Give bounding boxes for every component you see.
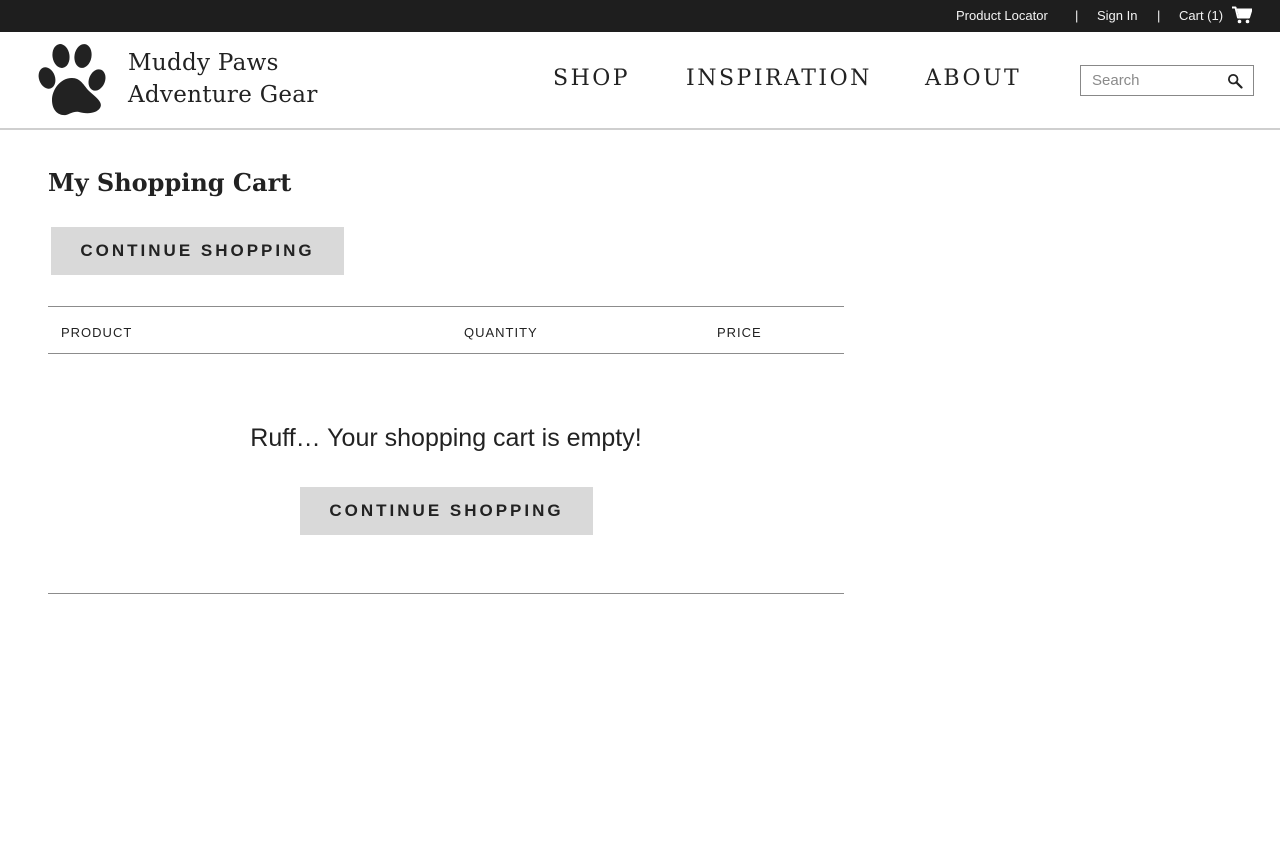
continue-shopping-button-empty[interactable]: CONTINUE SHOPPING [300, 487, 593, 535]
search-input[interactable] [1081, 66, 1221, 95]
column-header-price: PRICE [717, 325, 762, 340]
product-locator-link[interactable]: Product Locator [956, 8, 1048, 23]
nav-shop[interactable]: SHOP [553, 66, 630, 91]
paw-logo-icon[interactable] [36, 42, 108, 118]
search-icon[interactable] [1227, 73, 1243, 89]
column-header-product: PRODUCT [61, 325, 133, 340]
utility-separator: | [1075, 8, 1079, 23]
utility-separator: | [1157, 8, 1161, 23]
table-top-divider [48, 306, 844, 307]
utility-bar: Product Locator | Sign In | Cart (1) [0, 0, 1280, 32]
brand-line-1: Muddy Paws [128, 50, 279, 76]
page-title: My Shopping Cart [48, 168, 292, 197]
search-box [1080, 65, 1254, 96]
continue-shopping-button[interactable]: CONTINUE SHOPPING [51, 227, 344, 275]
sign-in-link[interactable]: Sign In [1097, 8, 1137, 23]
nav-inspiration[interactable]: INSPIRATION [686, 66, 872, 91]
empty-cart-message: Ruff… Your shopping cart is empty! [250, 424, 642, 452]
brand-line-2: Adventure Gear [128, 82, 318, 108]
cart-link[interactable]: Cart (1) [1179, 8, 1223, 23]
column-header-quantity: QUANTITY [464, 325, 538, 340]
cart-icon[interactable] [1232, 6, 1252, 24]
table-bottom-divider [48, 593, 844, 594]
site-header: Muddy Paws Adventure Gear SHOP INSPIRATI… [0, 32, 1280, 130]
table-header-divider [48, 353, 844, 354]
nav-about[interactable]: ABOUT [925, 66, 1021, 91]
brand-name[interactable]: Muddy Paws Adventure Gear [128, 47, 318, 111]
